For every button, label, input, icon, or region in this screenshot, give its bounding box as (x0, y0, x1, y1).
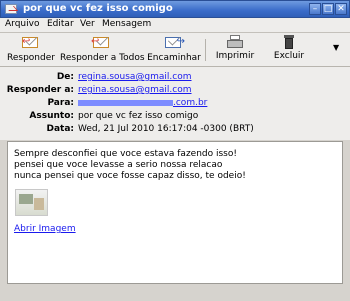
reply-all-button[interactable]: ↩ Responder a Todos (60, 35, 145, 65)
trash-icon (280, 35, 298, 49)
maximize-icon[interactable]: □ (322, 3, 334, 15)
status-area (0, 286, 350, 301)
message-line: Sempre desconfiei que voce estava fazend… (14, 149, 237, 159)
menu-ver[interactable]: Ver (80, 19, 95, 29)
message-headers: De: regina.sousa@gmail.com Responder a: … (0, 67, 350, 140)
minimize-icon[interactable]: – (309, 3, 321, 15)
printer-icon (226, 35, 244, 49)
menu-mensagem[interactable]: Mensagem (102, 19, 151, 29)
header-reply-to: Responder a: regina.sousa@gmail.com (6, 85, 192, 95)
message-line: nunca pensei que voce fosse capaz disso,… (14, 171, 246, 181)
redacted-address (78, 99, 173, 106)
toolbar-overflow-icon[interactable]: ▼ (333, 43, 339, 52)
mail-app-icon[interactable] (5, 4, 17, 14)
header-subject: Assunto: por que vc fez isso comigo (29, 111, 199, 121)
header-from: De: regina.sousa@gmail.com (56, 72, 192, 82)
menu-editar[interactable]: Editar (47, 19, 74, 29)
delete-button[interactable]: Excluir (272, 35, 306, 65)
toolbar: ↩ Responder ↩ Responder a Todos ↪ Encami… (0, 33, 350, 67)
message-line: pensei que voce levasse a serio nossa re… (14, 160, 223, 170)
message-body: Sempre desconfiei que voce estava fazend… (7, 141, 343, 284)
menu-bar: Arquivo Editar Ver Mensagem (0, 18, 350, 33)
title-bar: por que vc fez isso comigo – □ ✕ (0, 0, 350, 18)
close-icon[interactable]: ✕ (335, 3, 347, 15)
header-date: Data: Wed, 21 Jul 2010 16:17:04 -0300 (B… (46, 124, 254, 134)
window-title: por que vc fez isso comigo (23, 3, 173, 14)
forward-icon: ↪ (165, 36, 185, 51)
open-image-link[interactable]: Abrir Imagem (14, 224, 76, 234)
header-to: Para: .com.br (47, 98, 208, 108)
menu-arquivo[interactable]: Arquivo (5, 19, 39, 29)
reply-button[interactable]: ↩ Responder (6, 35, 56, 65)
toolbar-separator (205, 39, 206, 61)
print-button[interactable]: Imprimir (215, 35, 255, 65)
forward-button[interactable]: ↪ Encaminhar (147, 35, 201, 65)
image-thumbnail[interactable] (15, 189, 48, 216)
reply-all-icon: ↩ (91, 36, 111, 51)
to-address[interactable]: .com.br (78, 98, 207, 108)
reply-icon: ↩ (22, 36, 40, 51)
